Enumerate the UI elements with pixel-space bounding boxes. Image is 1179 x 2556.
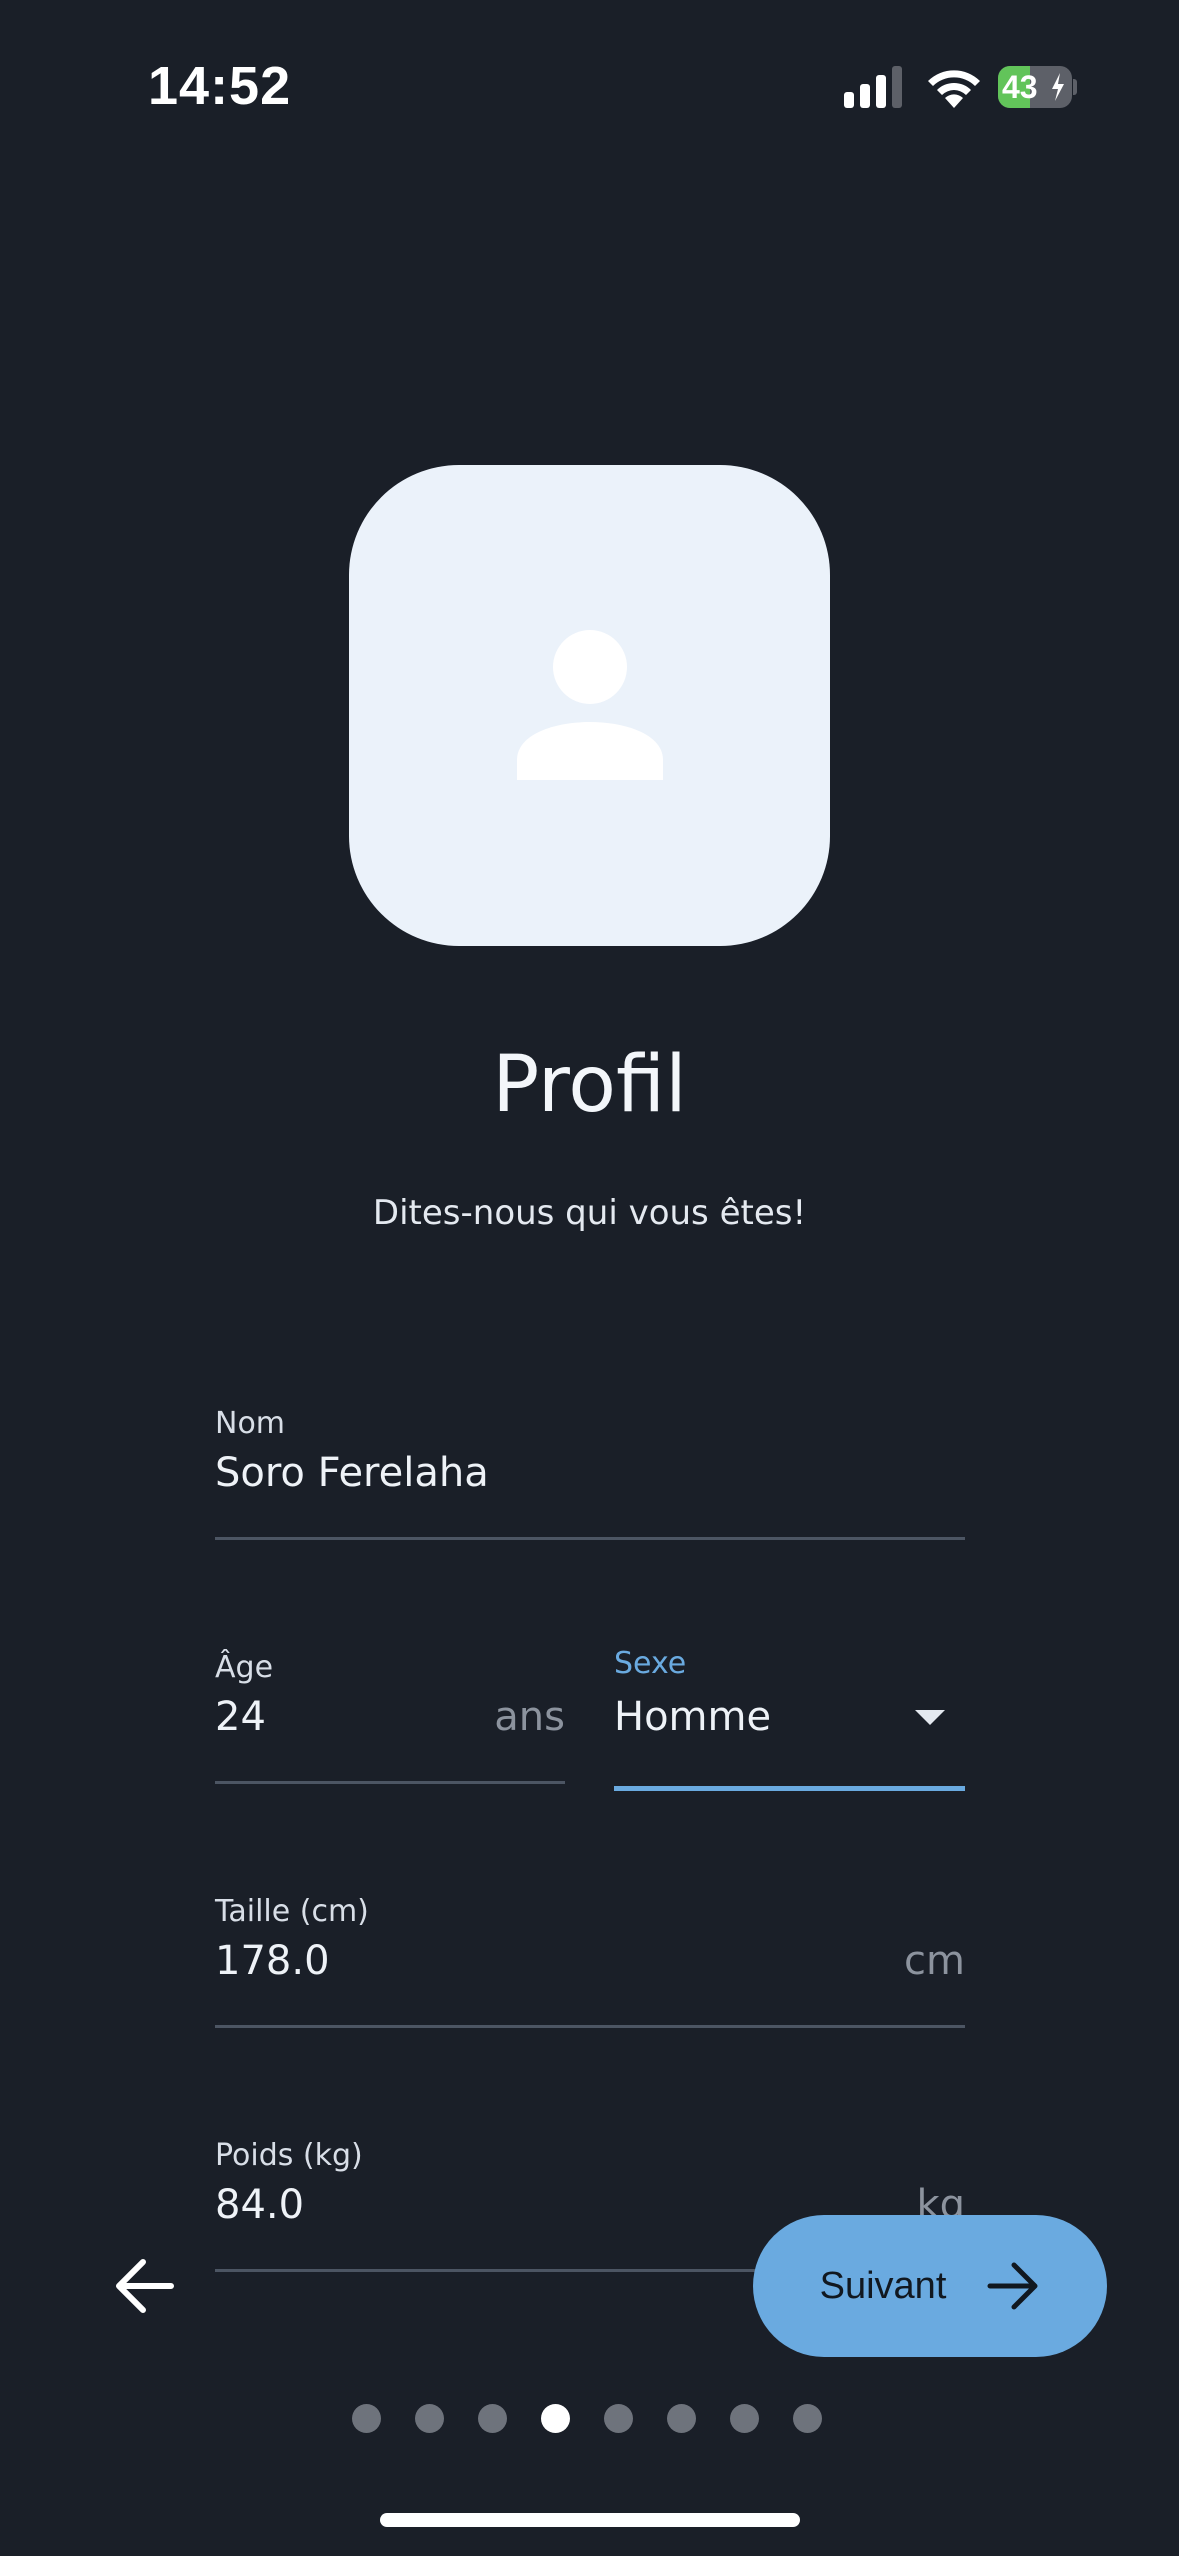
name-value[interactable]: Soro Ferelaha	[215, 1450, 489, 1496]
dropdown-arrow-icon[interactable]	[915, 1710, 945, 1725]
sex-value[interactable]: Homme	[614, 1694, 771, 1740]
step-dot	[352, 2404, 381, 2433]
person-head	[553, 630, 627, 704]
step-dot	[604, 2404, 633, 2433]
next-button[interactable]: Suivant	[753, 2215, 1107, 2357]
arrow-left-icon[interactable]	[115, 2258, 175, 2314]
step-dot	[541, 2404, 570, 2433]
weight-label: Poids (kg)	[215, 2138, 363, 2173]
height-underline	[215, 2025, 965, 2028]
step-dot	[667, 2404, 696, 2433]
height-field[interactable]: Taille (cm) 178.0 cm	[215, 1894, 965, 2030]
height-label: Taille (cm)	[215, 1894, 369, 1929]
step-indicator	[352, 2404, 828, 2434]
profile-screen: 14:52 43 Profil Dites-nous qui vous êtes…	[0, 0, 1179, 2556]
home-indicator[interactable]	[380, 2513, 800, 2527]
status-time: 14:52	[148, 56, 292, 116]
sex-label: Sexe	[614, 1646, 687, 1681]
sex-underline	[614, 1786, 965, 1791]
page-title: Profil	[492, 1040, 687, 1130]
weight-value[interactable]: 84.0	[215, 2182, 304, 2228]
step-dot	[730, 2404, 759, 2433]
step-dot	[415, 2404, 444, 2433]
signal-icon	[844, 66, 902, 108]
height-suffix: cm	[904, 1938, 965, 1984]
age-suffix: ans	[494, 1694, 565, 1740]
person-icon	[517, 630, 663, 780]
step-dot	[478, 2404, 507, 2433]
avatar-placeholder[interactable]	[349, 465, 830, 946]
person-body	[517, 722, 663, 780]
wifi-icon	[928, 70, 980, 108]
next-label: Suivant	[819, 2264, 947, 2307]
bolt-icon	[1052, 73, 1064, 101]
name-underline	[215, 1537, 965, 1540]
sex-dropdown[interactable]: Sexe Homme	[614, 1646, 965, 1792]
name-label: Nom	[215, 1406, 286, 1441]
name-field[interactable]: Nom Soro Ferelaha	[215, 1406, 965, 1540]
page-subtitle: Dites-nous qui vous êtes!	[372, 1193, 807, 1233]
age-value[interactable]: 24	[215, 1694, 266, 1740]
age-underline	[215, 1781, 565, 1784]
step-dot	[793, 2404, 822, 2433]
height-value[interactable]: 178.0	[215, 1938, 330, 1984]
age-label: Âge	[215, 1650, 274, 1685]
arrow-right-icon	[987, 2262, 1038, 2310]
age-field[interactable]: Âge 24 ans	[215, 1650, 565, 1786]
battery-charging-icon: 43	[998, 66, 1077, 108]
